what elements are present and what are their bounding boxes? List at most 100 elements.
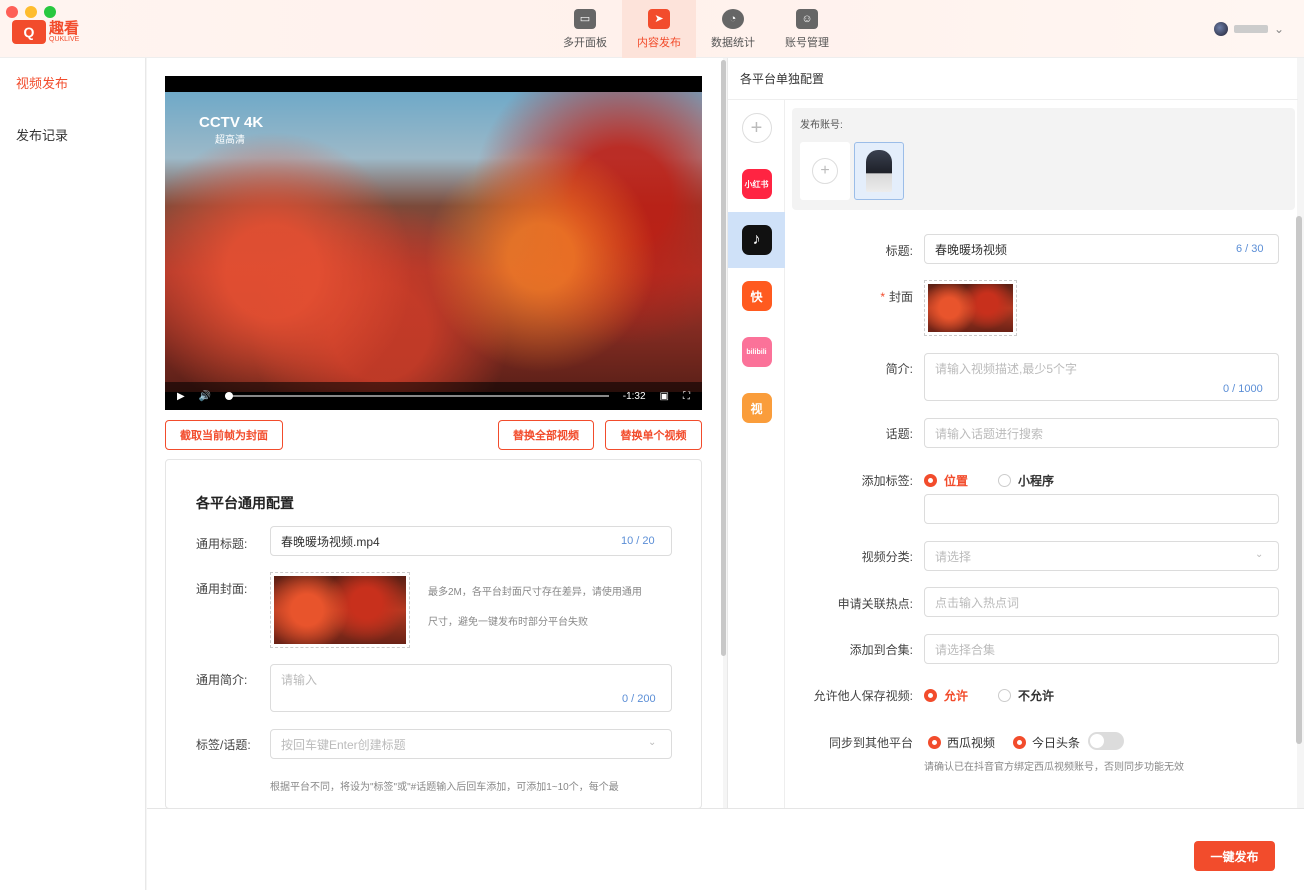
sync-toutiao-option[interactable]: 今日头条: [1013, 734, 1080, 751]
video-progress-bar[interactable]: [225, 392, 609, 400]
common-title-label: 通用标题:: [196, 537, 248, 551]
cover-label: * 封面: [818, 288, 913, 305]
video-controls: ▶ 🔊 -1:32 ▣ ⛶: [165, 382, 702, 410]
account-icon: ☺: [796, 8, 818, 29]
category-placeholder: 请选择: [935, 549, 972, 564]
maximize-window-button[interactable]: [44, 6, 56, 18]
radio-selected-icon: [924, 689, 937, 702]
bilibili-icon: bilibili: [741, 337, 772, 367]
title-bar: Q 趣看 QUKLIVE ▭ 多开面板 ➤ 内容发布 ◔ 数据统计 ☺ 账号管理…: [0, 0, 1304, 58]
sync-toutiao-toggle[interactable]: [1088, 732, 1124, 750]
title-label: 标题:: [885, 244, 913, 258]
window-icon: ▭: [574, 8, 596, 29]
radio-empty-icon: [998, 474, 1011, 487]
check-selected-icon: [928, 736, 941, 749]
picture-in-picture-icon[interactable]: ▣: [660, 391, 669, 402]
sync-hint: 请确认已在抖音官方绑定西瓜视频账号，否则同步功能无效: [924, 762, 1184, 773]
topic-input[interactable]: 请输入话题进行搜索: [924, 418, 1279, 448]
collection-placeholder: 请选择合集: [935, 642, 996, 657]
common-config-card: 各平台通用配置 通用标题: 春晚暖场视频.mp4 10 / 20 通用封面: 最…: [165, 459, 702, 809]
nav-content-publish[interactable]: ➤ 内容发布: [622, 0, 696, 58]
replace-all-video-button[interactable]: 替换全部视频: [498, 420, 594, 450]
common-title-counter: 10 / 20: [621, 535, 655, 547]
right-panel-scrollbar[interactable]: [1296, 216, 1302, 744]
minimize-window-button[interactable]: [25, 6, 37, 18]
common-cover-hint-2: 尺寸，避免一键发布时部分平台失败: [428, 617, 588, 628]
hotspot-input[interactable]: 点击输入热点词: [924, 587, 1279, 617]
logo-icon: Q: [12, 20, 46, 44]
title-value: 春晚暖场视频: [935, 242, 1008, 257]
platform-wechat-channels[interactable]: 视: [728, 380, 785, 436]
volume-icon[interactable]: 🔊: [199, 391, 211, 402]
platform-config-panel: 各平台单独配置 + 小红书 ♪ 快 bilibili 视 发布账号: + 标题:: [727, 58, 1298, 808]
chevron-down-icon: ⌄: [648, 737, 657, 748]
video-time: -1:32: [622, 390, 646, 402]
common-config-title: 各平台通用配置: [196, 495, 294, 511]
common-cover-image: [274, 576, 406, 644]
sync-xigua-option[interactable]: 西瓜视频: [928, 734, 995, 751]
one-click-publish-button[interactable]: 一键发布: [1194, 841, 1275, 871]
nav-data-stats[interactable]: ◔ 数据统计: [696, 0, 770, 58]
nav-label: 账号管理: [785, 36, 829, 49]
common-title-value: 春晚暖场视频.mp4: [281, 534, 380, 549]
progress-handle[interactable]: [225, 392, 234, 400]
common-desc-textarea[interactable]: 请输入: [270, 664, 672, 712]
add-account-button[interactable]: +: [800, 142, 850, 200]
tag-option-location[interactable]: 位置: [924, 472, 968, 489]
collection-select[interactable]: 请选择合集: [924, 634, 1279, 664]
logo-text: 趣看: [49, 20, 80, 37]
nav-label: 数据统计: [711, 36, 755, 49]
close-window-button[interactable]: [6, 6, 18, 18]
publish-account-label: 发布账号:: [800, 120, 843, 131]
nav-multi-panel[interactable]: ▭ 多开面板: [548, 0, 622, 58]
tag-option-miniprogram[interactable]: 小程序: [998, 472, 1054, 489]
tag-location-input[interactable]: [924, 494, 1279, 524]
chevron-down-icon: ⌄: [1273, 22, 1284, 36]
bottom-action-bar: 一键发布: [147, 808, 1304, 890]
add-platform-button[interactable]: +: [728, 100, 785, 156]
fullscreen-icon[interactable]: ⛶: [683, 391, 690, 402]
app-logo: Q 趣看 QUKLIVE: [12, 20, 79, 44]
allow-save-yes[interactable]: 允许: [924, 687, 968, 704]
left-panel-scrollbar[interactable]: [721, 60, 726, 656]
xiaohongshu-icon: 小红书: [741, 169, 772, 199]
category-select[interactable]: 请选择: [924, 541, 1279, 571]
nav-account-manage[interactable]: ☺ 账号管理: [770, 0, 844, 58]
title-input[interactable]: 春晚暖场视频: [924, 234, 1279, 264]
send-icon: ➤: [648, 8, 670, 29]
nav-label: 内容发布: [637, 36, 681, 49]
sidebar-item-publish-record[interactable]: 发布记录: [0, 110, 145, 162]
sync-toutiao-label: 今日头条: [1032, 736, 1081, 750]
allow-save-no[interactable]: 不允许: [998, 687, 1054, 704]
common-cover-upload[interactable]: [270, 572, 410, 648]
common-tags-select[interactable]: 按回车键Enter创建标题: [270, 729, 672, 759]
hotspot-label: 申请关联热点:: [837, 597, 913, 611]
tag-option-location-label: 位置: [944, 474, 969, 488]
platform-bilibili[interactable]: bilibili: [728, 324, 785, 380]
common-desc-label: 通用简介:: [196, 673, 248, 687]
window-controls: [6, 6, 56, 18]
play-icon[interactable]: ▶: [177, 391, 185, 402]
sidebar-item-video-publish[interactable]: 视频发布: [0, 58, 145, 110]
topic-placeholder: 请输入话题进行搜索: [935, 426, 1044, 441]
selected-account[interactable]: [854, 142, 904, 200]
video-player[interactable]: CCTV 4K 超高清 ▶ 🔊 -1:32 ▣ ⛶: [165, 76, 702, 410]
pie-chart-icon: ◔: [722, 8, 744, 29]
platform-douyin[interactable]: ♪: [728, 212, 785, 268]
desc-counter: 0 / 1000: [1223, 383, 1263, 395]
replace-single-video-button[interactable]: 替换单个视频: [605, 420, 702, 450]
allow-save-yes-label: 允许: [944, 689, 969, 703]
category-label: 视频分类:: [861, 550, 913, 564]
video-frame: [165, 92, 702, 392]
common-title-input[interactable]: 春晚暖场视频.mp4: [270, 526, 672, 556]
check-selected-icon: [1013, 736, 1026, 749]
desc-label: 简介:: [885, 362, 913, 376]
platform-xiaohongshu[interactable]: 小红书: [728, 156, 785, 212]
sync-xigua-label: 西瓜视频: [947, 736, 996, 750]
avatar: [866, 150, 892, 192]
cover-upload[interactable]: [924, 280, 1017, 336]
capture-cover-button[interactable]: 截取当前帧为封面: [165, 420, 283, 450]
user-menu[interactable]: ⌄: [1213, 22, 1284, 36]
plus-icon: +: [812, 158, 838, 184]
platform-kuaishou[interactable]: 快: [728, 268, 785, 324]
